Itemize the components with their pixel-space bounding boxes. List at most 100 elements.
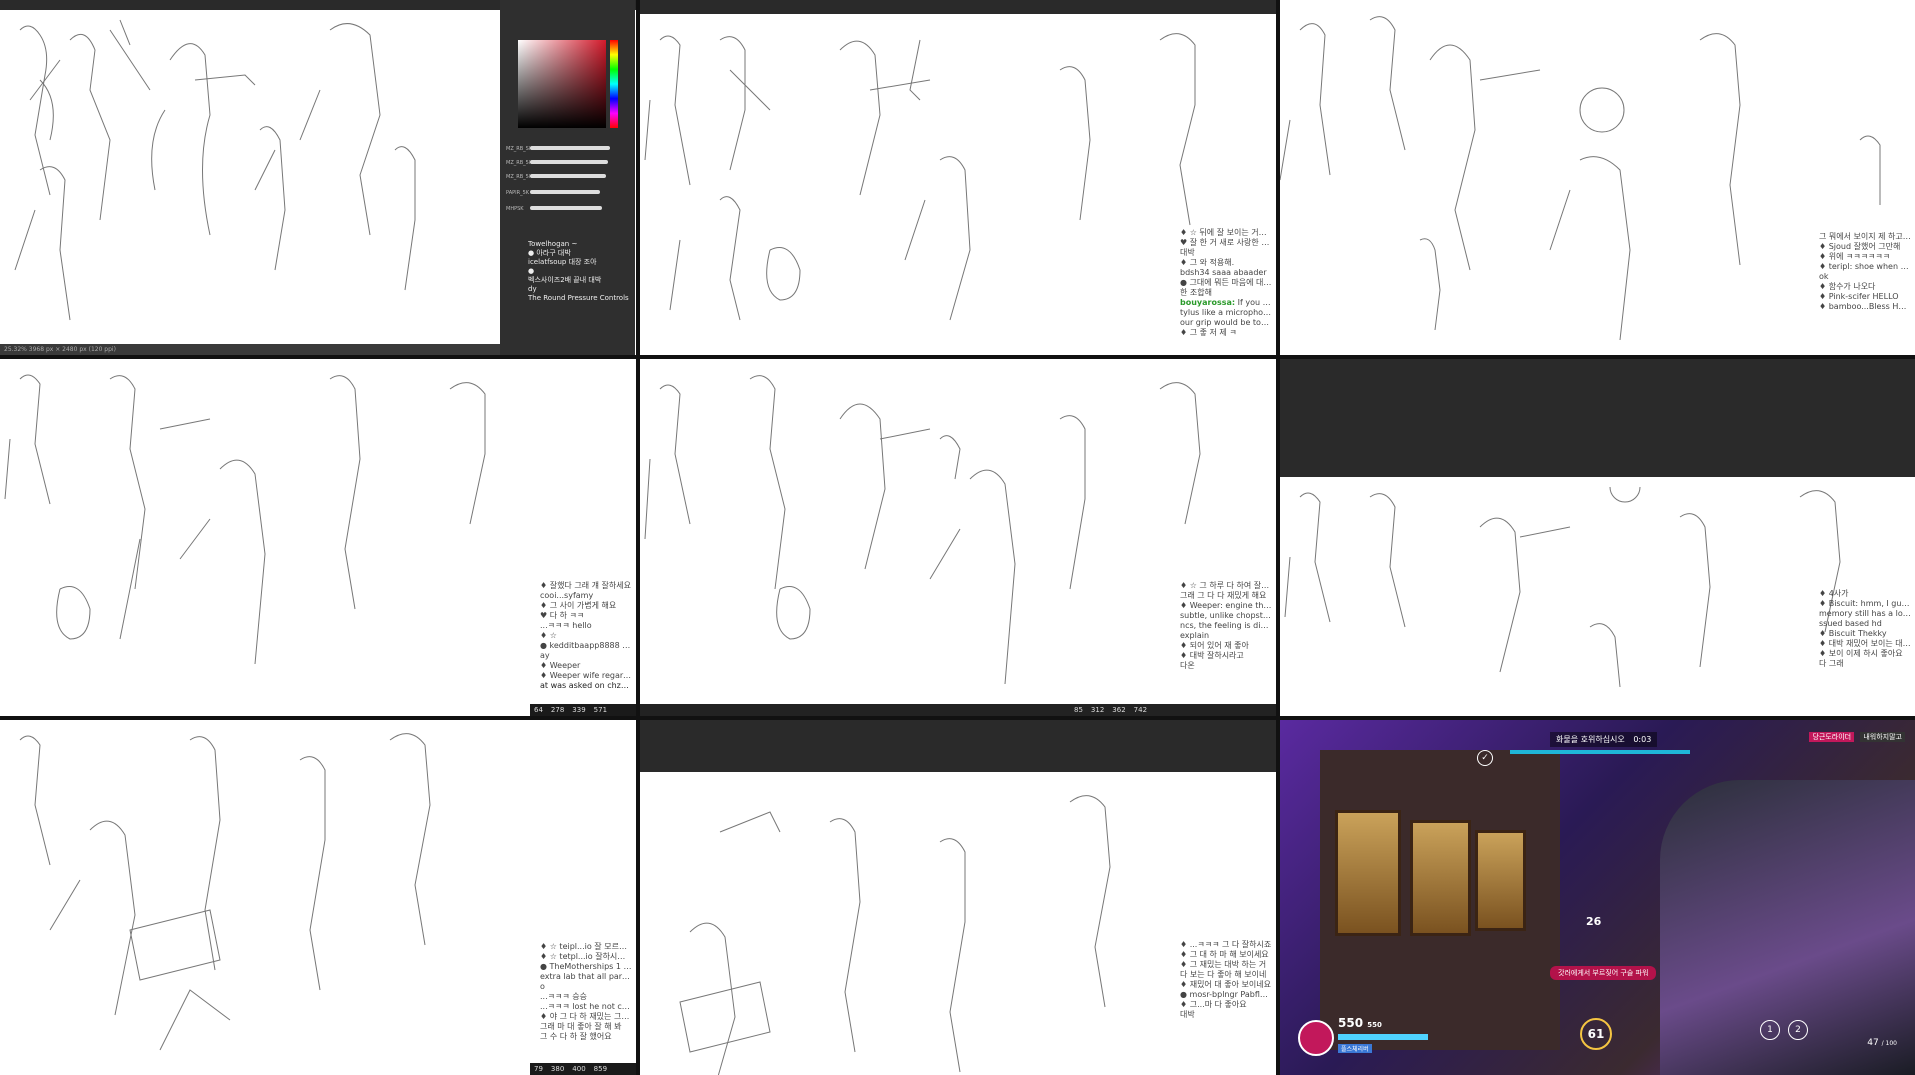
chat-message: ♦ Biscuit Thekky	[1819, 629, 1887, 638]
chat-message: ♥ 잘 한 거 새로 사랑한 장 좋아 해	[1180, 238, 1272, 247]
brush-label: PAPIR_5K	[506, 190, 530, 196]
player-tag: 내워하지말고	[1860, 732, 1905, 742]
chat-message: 그 수 다 하 잘 했어요	[540, 1032, 612, 1041]
brush-preset[interactable]	[530, 206, 602, 210]
stat-value: 859	[593, 1065, 608, 1073]
chat-message: ♦ Biscuit: hmm, I guess mind	[1819, 599, 1911, 608]
chat-message: ♦ 위에 ㅋㅋㅋㅋㅋㅋ	[1819, 252, 1891, 261]
ultimate-charge: 61	[1580, 1018, 1612, 1050]
chat-message: 그래 그 다 다 재밌게 해요	[1180, 591, 1267, 600]
sketch-canvas-area: ♦ ...ㅋㅋㅋ 그 다 잘하시죠 ♦ 그 대 하 마 해 보이세요 ♦ 그 재…	[640, 772, 1276, 1075]
stat-value: 278	[550, 706, 565, 714]
chat-message: ♦ ☆ teipl...io 잘 모르겠어	[540, 942, 632, 951]
stream-stats-bar: 79 380 400 859	[530, 1063, 636, 1075]
chat-message: ...ㅋㅋㅋ lost he not close	[540, 1002, 632, 1011]
hue-slider[interactable]	[610, 40, 618, 128]
chat-message: ♦ Weeper	[540, 661, 581, 670]
crosshair-counter: 26	[1586, 915, 1602, 928]
chat-message: ok	[1819, 272, 1829, 281]
chat-message: ● kedditbaapp8888 Nice ea	[540, 641, 632, 650]
chat-message: ♦ 보이 이제 하시 좋아요	[1819, 649, 1903, 658]
stream-tile-9-game[interactable]: 화물을 호위하십시오 0:03 당근도라이더 내워하지말고 ✓ 26 갓러에게서…	[1280, 720, 1915, 1075]
chat-message: ♦ 함수가 나오다	[1819, 282, 1876, 291]
brush-label: MZ_RB_5k	[506, 160, 532, 166]
building-window	[1335, 810, 1401, 936]
stat-value: 400	[572, 1065, 586, 1073]
ability-icon[interactable]: 1	[1760, 1020, 1780, 1040]
brush-preset[interactable]	[530, 174, 606, 178]
stat-value: 312	[1090, 706, 1105, 714]
chat-message: ● 아라구 대박	[528, 249, 571, 257]
chat-message: ...ㅋㅋㅋ hello	[540, 621, 592, 630]
chat-message: ♦ 잘했다 그래 걔 잘하세요	[540, 581, 631, 590]
stream-tile-1[interactable]: MZ_RB_Sk MZ_RB_5k MZ_RB_5k PAPIR_5K MHPS…	[0, 0, 636, 355]
chat-overlay: ♦ ☆ 그 하루 다 하여 잘하시기 그래 그 다 다 재밌게 해요 ♦ Wee…	[1180, 581, 1272, 671]
chat-message: our grip would be too hard	[1180, 318, 1272, 327]
match-timer: 0:03	[1633, 735, 1652, 744]
chat-message: The Round Pressure Controls	[528, 294, 629, 302]
health-value: 550	[1338, 1016, 1364, 1030]
chat-message: ♦ ☆	[540, 631, 557, 640]
chat-message: ♦ 그 대 하 마 해 보이세요	[1180, 950, 1269, 959]
stream-tile-2[interactable]: ♦ ☆ 뒤에 잘 보이는 거예요 ♥ 잘 한 거 새로 사랑한 장 좋아 해 대…	[640, 0, 1276, 355]
stream-tile-3[interactable]: 그 뭐에서 보이지 제 하고 있어 ♦ Sjoud 잘했어 그만해 ♦ 위에 ㅋ…	[1280, 0, 1915, 355]
building-window	[1475, 830, 1526, 931]
stat-value: 362	[1112, 706, 1126, 714]
stat-value: 742	[1133, 706, 1148, 714]
chat-message: subtle, unlike chopsticks or pe	[1180, 611, 1272, 620]
chat-message: 벡스사이즈2배 끝내 대박	[528, 276, 602, 284]
chat-message: ♦ 4사가	[1819, 589, 1849, 598]
ammo-max: 100	[1885, 1040, 1897, 1047]
stat-value: 339	[572, 706, 586, 714]
chat-message: 대박	[1180, 1010, 1195, 1019]
stat-value: 571	[593, 706, 608, 714]
brush-preset[interactable]	[530, 160, 608, 164]
team-labels: 당근도라이더 내워하지말고	[1809, 732, 1905, 742]
building-window	[1410, 820, 1471, 936]
brush-label: MZ_RB_5k	[506, 174, 532, 180]
brush-preset[interactable]	[530, 146, 610, 150]
chat-message: memory still has a lot of wrong t	[1819, 609, 1911, 618]
chat-username: bouyarossa:	[1180, 298, 1236, 307]
objective-label: 화물을 호위하십시오	[1556, 735, 1625, 744]
sketch-canvas-area: ♦ 4사가 ♦ Biscuit: hmm, I guess mind memor…	[1280, 477, 1915, 716]
stream-tile-5[interactable]: ♦ ☆ 그 하루 다 하여 잘하시기 그래 그 다 다 재밌게 해요 ♦ Wee…	[640, 359, 1276, 716]
stat-value: 64	[534, 706, 543, 714]
chat-overlay: ♦ ...ㅋㅋㅋ 그 다 잘하시죠 ♦ 그 대 하 마 해 보이세요 ♦ 그 재…	[1180, 940, 1272, 1020]
brush-label: MHPSK	[506, 206, 524, 212]
chat-message: dy	[528, 285, 537, 293]
stream-tile-8[interactable]: ♦ ...ㅋㅋㅋ 그 다 잘하시죠 ♦ 그 대 하 마 해 보이세요 ♦ 그 재…	[640, 720, 1276, 1075]
chat-message: ● mosr-bplngr Pabfla beeMM	[1180, 990, 1272, 999]
chat-message: ssued based hd	[1819, 619, 1882, 628]
chat-overlay: ♦ ☆ teipl...io 잘 모르겠어 ♦ ☆ tetpl...io 잘하시…	[540, 942, 632, 1042]
chat-overlay: Towelhogan ~ ● 아라구 대박 icelatfsoup 대장 조아 …	[528, 240, 632, 303]
health-display: 550 550	[1338, 1016, 1382, 1030]
ammo-value: 47	[1867, 1038, 1879, 1048]
chat-message: 다온	[1180, 661, 1195, 670]
chat-overlay: 그 뭐에서 보이지 제 하고 있어 ♦ Sjoud 잘했어 그만해 ♦ 위에 ㅋ…	[1819, 232, 1911, 312]
chat-message: ♦ ☆ 그 하루 다 하여 잘하시기	[1180, 581, 1272, 590]
chat-message: ♦ 되어 있어 재 좋아	[1180, 641, 1249, 650]
chat-message: ♦ 대박 잘하시라고	[1180, 651, 1244, 660]
stream-stats-bar: 85 312 362 742	[640, 704, 1276, 716]
stat-value: 79	[534, 1065, 543, 1073]
chat-message: ♦ ...ㅋㅋㅋ 그 다 잘하시죠	[1180, 940, 1272, 949]
chat-message: icelatfsoup 대장 조아	[528, 258, 597, 266]
ability-icon[interactable]: 2	[1788, 1020, 1808, 1040]
status-bar: 25.32% 3968 px × 2480 px (120 ppi)	[0, 344, 500, 355]
color-picker-field[interactable]	[518, 40, 606, 128]
brush-preset[interactable]	[530, 190, 600, 194]
stream-stats-bar: 64 278 339 571	[530, 704, 636, 716]
chat-message: Towelhogan ~	[528, 240, 578, 248]
stream-tile-4[interactable]: ♦ 잘했다 그래 걔 잘하세요 cooi...syfamy ♦ 그 사이 가볍게…	[0, 359, 636, 716]
chat-message: ♦ 야 그 다 하 재밌는 그거 해요	[540, 1012, 632, 1021]
chat-message: ♦ 재밌어 대 좋아 보이네요	[1180, 980, 1271, 989]
sketch-canvas	[679, 795, 1111, 1075]
chat-message: o	[540, 982, 545, 991]
stream-tile-6[interactable]: ♦ 4사가 ♦ Biscuit: hmm, I guess mind memor…	[1280, 359, 1915, 716]
chat-message: ♦ 그 와 적용해.	[1180, 258, 1235, 267]
ammo-display: 47 / 100	[1867, 1038, 1897, 1048]
chat-message: ♦ ☆ 뒤에 잘 보이는 거예요	[1180, 228, 1272, 237]
objective-banner: 화물을 호위하십시오 0:03	[1550, 732, 1658, 747]
stream-tile-7[interactable]: ♦ ☆ teipl...io 잘 모르겠어 ♦ ☆ tetpl...io 잘하시…	[0, 720, 636, 1075]
